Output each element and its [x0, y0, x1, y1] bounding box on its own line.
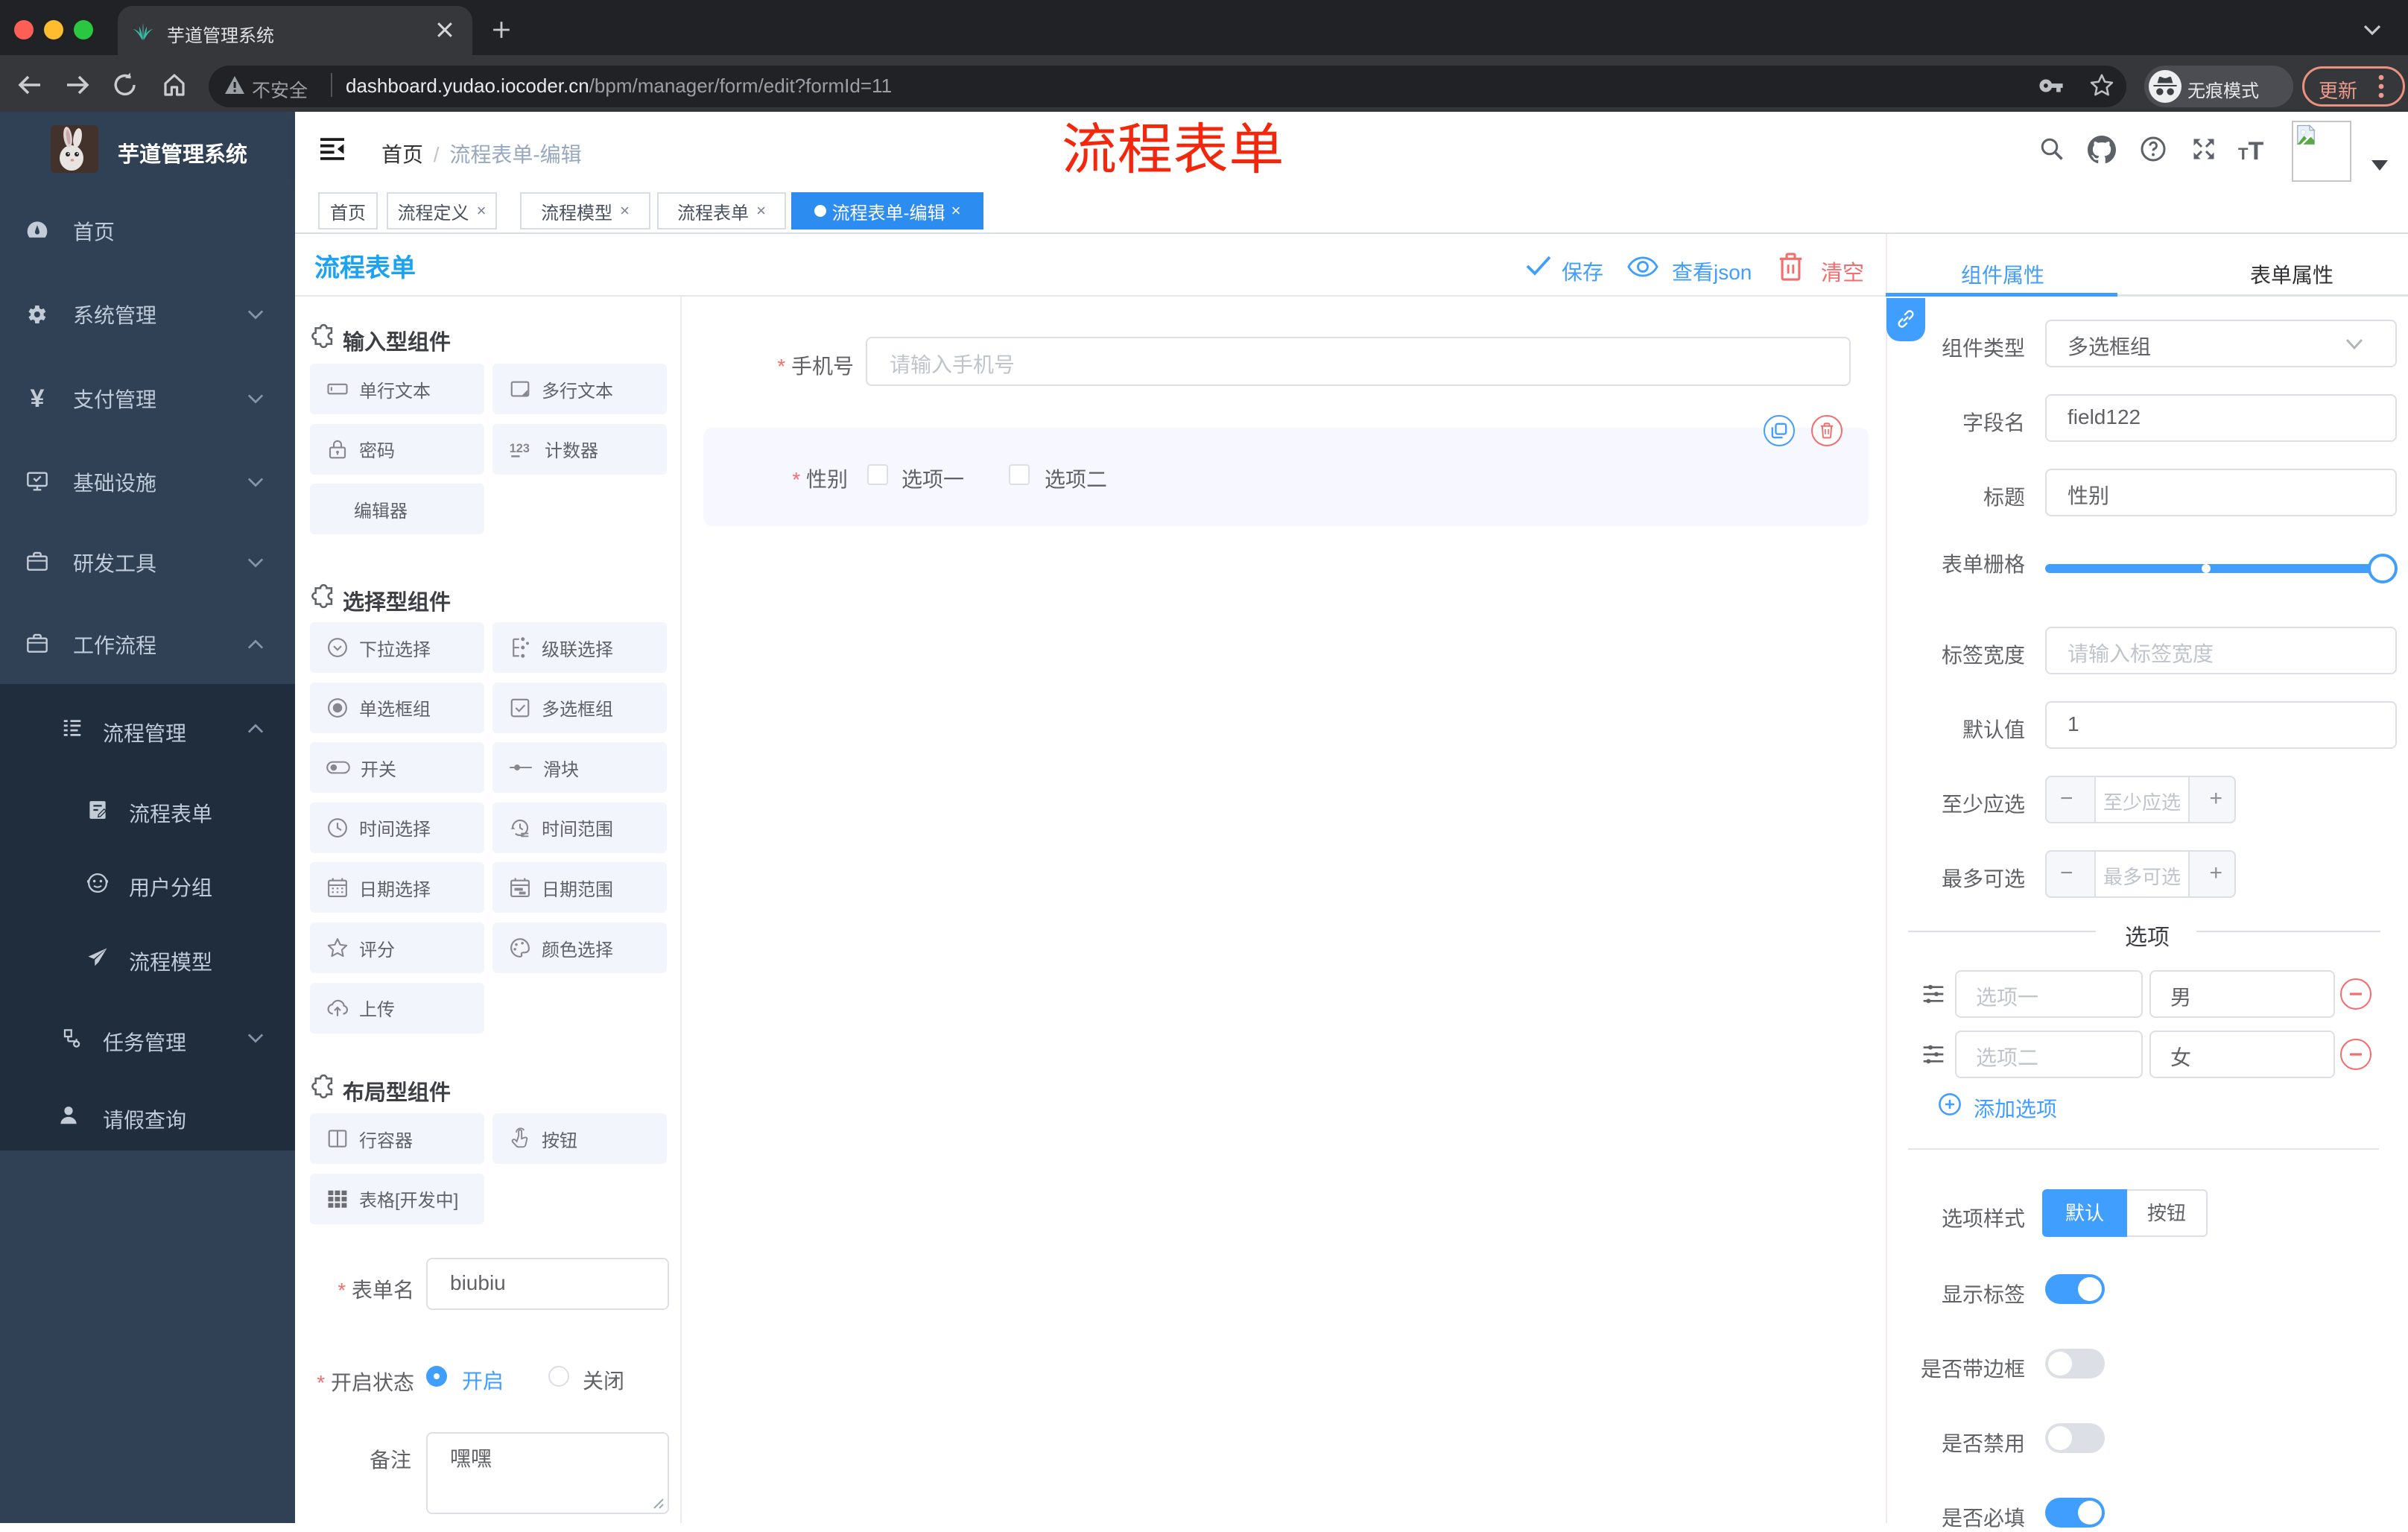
svg-text:123: 123 [510, 441, 530, 455]
